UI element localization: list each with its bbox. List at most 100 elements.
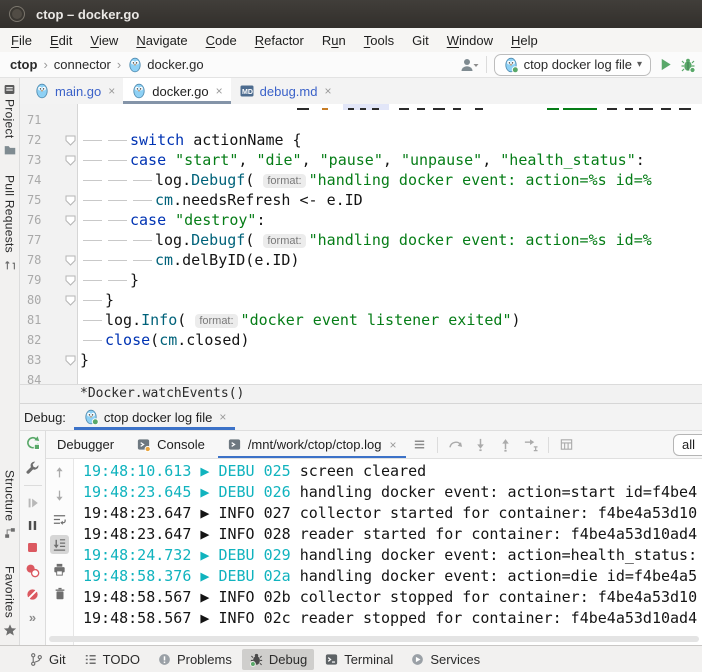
menu-run[interactable]: Run [313, 33, 355, 48]
log-filter-select[interactable]: all [673, 434, 702, 456]
stripe-item-favorites[interactable]: Favorites [0, 566, 19, 637]
soft-wrap-icon[interactable] [52, 512, 67, 527]
debug-session-tab-label: ctop docker log file [104, 410, 212, 425]
code-token: ( [245, 231, 263, 249]
fold-marker-icon[interactable] [65, 195, 77, 206]
todo-icon [83, 652, 98, 667]
editor-tab-main-go[interactable]: main.go× [26, 78, 123, 104]
menu-git[interactable]: Git [403, 33, 438, 48]
fold-marker-icon[interactable] [65, 135, 77, 146]
mute-breakpoints-icon[interactable] [25, 587, 40, 602]
statusbar-item-git[interactable]: Git [22, 649, 73, 670]
code-token: ( [177, 311, 195, 329]
fold-marker-icon[interactable] [65, 155, 77, 166]
menu-help[interactable]: Help [502, 33, 547, 48]
tab-whitespace-mark [105, 240, 130, 241]
settings-icon[interactable] [25, 460, 40, 475]
statusbar-item-problems[interactable]: Problems [150, 649, 239, 670]
step-out-icon[interactable] [498, 437, 513, 452]
debug-button[interactable] [680, 57, 696, 73]
stripe-item-structure[interactable]: Structure [0, 470, 19, 540]
breadcrumb-item-docker-go[interactable]: docker.go [127, 57, 203, 73]
fold-marker-icon[interactable] [65, 355, 77, 366]
log-line: 19:48:23.647 ▶ INFO 027 collector starte… [83, 503, 702, 524]
code-token: "unpause" [401, 151, 482, 169]
more-icon[interactable]: » [29, 611, 36, 625]
console-tab-console[interactable]: Console [125, 431, 216, 459]
code-token [166, 151, 175, 169]
up-icon[interactable] [53, 466, 66, 479]
scroll-end-icon[interactable] [50, 535, 69, 554]
editor-tab-docker-go[interactable]: docker.go× [123, 78, 230, 104]
breadcrumb-item-ctop[interactable]: ctop [10, 57, 37, 72]
code-line-73: 73case "start", "die", "pause", "unpause… [20, 150, 702, 170]
close-icon[interactable]: × [216, 84, 223, 98]
editor-tab-debug-md[interactable]: MDdebug.md× [231, 78, 340, 104]
run-config-label: ctop docker log file [524, 57, 632, 72]
code-token: Debugf [191, 231, 245, 249]
md-file-icon: MD [239, 83, 255, 99]
view-breakpoints-icon[interactable] [25, 563, 40, 578]
menu-window[interactable]: Window [438, 33, 502, 48]
close-icon[interactable]: × [108, 84, 115, 98]
print-icon[interactable] [52, 562, 67, 577]
pause-icon[interactable] [26, 519, 39, 532]
menu-tools[interactable]: Tools [355, 33, 403, 48]
stop-icon[interactable] [26, 541, 39, 554]
code-token: switch [130, 131, 184, 149]
stripe-top-icon[interactable] [3, 83, 16, 96]
debug-session-tab[interactable]: ctop docker log file × [74, 404, 235, 430]
debug-panel-label: Debug: [20, 404, 74, 430]
run-to-cursor-icon[interactable] [523, 437, 538, 452]
menu-refactor[interactable]: Refactor [246, 33, 313, 48]
code-token: "die" [256, 151, 301, 169]
resume-icon[interactable] [26, 496, 40, 510]
tab-whitespace-mark [130, 260, 155, 261]
console-tab-debugger[interactable]: Debugger [46, 431, 125, 459]
tab-whitespace-mark [80, 140, 105, 141]
close-icon[interactable]: × [324, 84, 331, 98]
rerun-icon[interactable] [25, 435, 41, 451]
close-icon[interactable]: × [389, 438, 396, 452]
menu-view[interactable]: View [81, 33, 127, 48]
menu-edit[interactable]: Edit [41, 33, 81, 48]
stripe-item-pull-requests[interactable]: Pull Requests [0, 175, 19, 272]
status-bar: GitTODOProblemsDebugTerminalServices [0, 645, 702, 672]
breadcrumb-separator: › [43, 57, 47, 72]
fold-marker-icon[interactable] [65, 215, 77, 226]
breadcrumb-item-connector[interactable]: connector [54, 57, 111, 72]
clear-icon[interactable] [53, 587, 67, 601]
stripe-item-project[interactable]: Project [0, 99, 19, 157]
menu-file[interactable]: File [2, 33, 41, 48]
clipped-code-line [20, 104, 702, 110]
console-tab--mnt-work-ctop-ctop-log[interactable]: /mnt/work/ctop/ctop.log× [216, 431, 408, 459]
run-config-select[interactable]: ctop docker log file ▾ [494, 54, 651, 76]
layout-grid-icon[interactable] [559, 437, 574, 452]
statusbar-item-terminal[interactable]: Terminal [317, 649, 400, 670]
problems-icon [157, 652, 172, 667]
debug-tabs-toolbar: DebuggerConsole/mnt/work/ctop/ctop.log× … [46, 431, 702, 459]
fold-marker-icon[interactable] [65, 255, 77, 266]
fold-marker-icon[interactable] [65, 275, 77, 286]
menu-code[interactable]: Code [197, 33, 246, 48]
horizontal-scrollbar[interactable] [49, 636, 699, 642]
tab-whitespace-mark [80, 320, 105, 321]
close-icon[interactable]: × [219, 410, 226, 424]
line-number: 80 [24, 290, 41, 310]
step-into-icon[interactable] [473, 437, 488, 452]
statusbar-item-services[interactable]: Services [403, 649, 487, 670]
fold-marker-icon[interactable] [65, 295, 77, 306]
down-icon[interactable] [53, 489, 66, 502]
menu-navigate[interactable]: Navigate [127, 33, 196, 48]
window-button-icon[interactable] [9, 6, 25, 22]
log-console[interactable]: 19:48:10.613 ▶ DEBU 025 screen cleared19… [74, 459, 702, 645]
code-line-82: 82close(cm.closed) [20, 330, 702, 350]
ide-window: ctop – docker.go FileEditViewNavigateCod… [0, 0, 702, 672]
user-icon[interactable] [459, 57, 479, 73]
statusbar-item-todo[interactable]: TODO [76, 649, 147, 670]
code-editor[interactable]: 7172switch actionName {73case "start", "… [20, 104, 702, 384]
step-over-icon[interactable] [448, 437, 463, 452]
run-button[interactable] [658, 57, 673, 72]
statusbar-item-debug[interactable]: Debug [242, 649, 314, 670]
hamburger-icon[interactable] [412, 437, 427, 452]
